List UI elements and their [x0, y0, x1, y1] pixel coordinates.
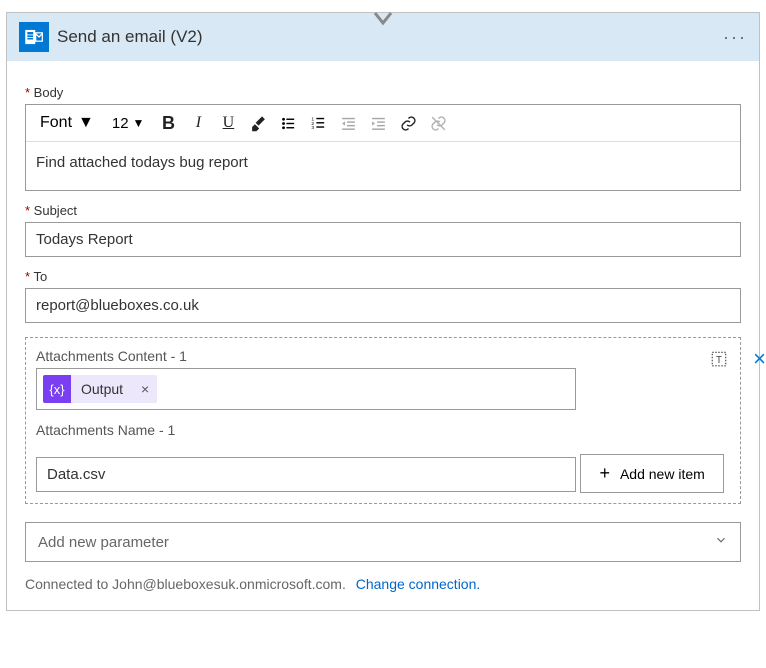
- chevron-down-icon: [714, 533, 728, 551]
- indent-button[interactable]: [364, 109, 392, 137]
- unlink-button[interactable]: [424, 109, 452, 137]
- italic-button[interactable]: I: [184, 109, 212, 137]
- to-input[interactable]: [25, 288, 741, 323]
- output-token: {x} Output ×: [43, 375, 157, 403]
- switch-to-array-button[interactable]: T: [708, 348, 730, 375]
- body-editor: Font ▼ 12 ▼ B I U 123 Find attached toda…: [25, 104, 741, 191]
- highlight-button[interactable]: [244, 109, 272, 137]
- underline-button[interactable]: U: [214, 109, 242, 137]
- add-new-item-button[interactable]: + Add new item: [580, 454, 723, 493]
- svg-text:T: T: [716, 355, 722, 366]
- subject-label: Subject: [25, 203, 741, 218]
- font-size-selector[interactable]: 12 ▼: [104, 113, 153, 134]
- remove-attachments-button[interactable]: ×: [753, 346, 766, 372]
- editor-toolbar: Font ▼ 12 ▼ B I U 123: [26, 105, 740, 142]
- expression-icon: {x}: [43, 375, 71, 403]
- connection-footer: Connected to John@blueboxesuk.onmicrosof…: [25, 576, 741, 592]
- attachments-name-label: Attachments Name - 1: [36, 422, 730, 438]
- connection-text: Connected to John@blueboxesuk.onmicrosof…: [25, 576, 346, 592]
- bold-button[interactable]: B: [154, 109, 182, 137]
- remove-token-button[interactable]: ×: [133, 381, 157, 397]
- body-label: Body: [25, 85, 741, 100]
- numbered-list-button[interactable]: 123: [304, 109, 332, 137]
- bulleted-list-button[interactable]: [274, 109, 302, 137]
- change-connection-link[interactable]: Change connection.: [356, 576, 481, 592]
- attachments-content-input[interactable]: {x} Output ×: [36, 368, 576, 410]
- attachments-content-label: Attachments Content - 1: [36, 348, 708, 364]
- flow-arrow-icon: [371, 10, 395, 33]
- font-selector[interactable]: Font ▼: [32, 112, 102, 134]
- card-menu-button[interactable]: ···: [723, 27, 747, 48]
- outlook-icon: [19, 22, 49, 52]
- body-content[interactable]: Find attached todays bug report: [26, 142, 740, 190]
- svg-text:3: 3: [311, 125, 314, 131]
- link-button[interactable]: [394, 109, 422, 137]
- attachments-section: × Attachments Content - 1 {x} Output × T: [25, 337, 741, 504]
- outdent-button[interactable]: [334, 109, 362, 137]
- add-parameter-dropdown[interactable]: Add new parameter: [25, 522, 741, 562]
- action-card: Send an email (V2) ··· Body Font ▼ 12 ▼ …: [6, 12, 760, 611]
- token-label: Output: [71, 381, 133, 397]
- plus-icon: +: [599, 463, 610, 484]
- subject-input[interactable]: [25, 222, 741, 257]
- attachments-name-input[interactable]: [36, 457, 576, 492]
- to-label: To: [25, 269, 741, 284]
